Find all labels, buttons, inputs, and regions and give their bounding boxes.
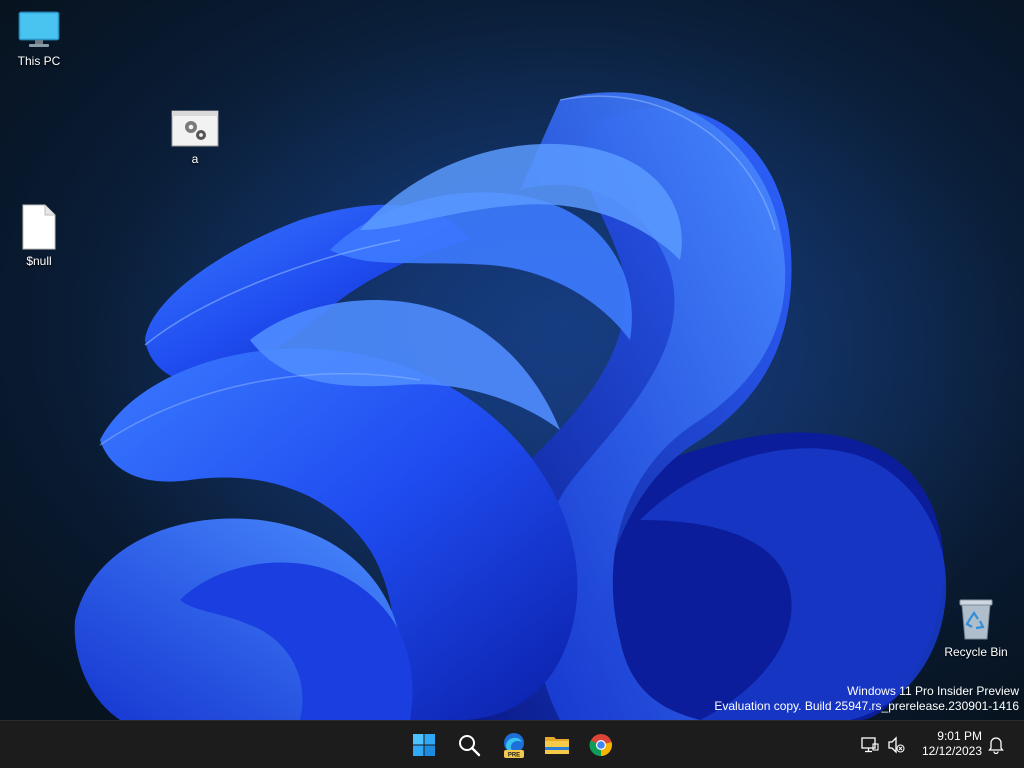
clock-time: 9:01 PM <box>937 729 982 743</box>
desktop-icon-recycle-bin[interactable]: Recycle Bin <box>934 597 1018 659</box>
desktop-icon-null[interactable]: $null <box>1 204 77 268</box>
evaluation-watermark: Windows 11 Pro Insider Preview Evaluatio… <box>714 684 1019 714</box>
bell-icon <box>988 737 1004 754</box>
volume-muted-icon <box>888 736 905 754</box>
pre-badge: PRE <box>508 753 520 759</box>
monitor-icon <box>18 11 60 47</box>
clock-date: 12/12/2023 <box>921 744 982 758</box>
desktop-icon-label: This PC <box>17 54 61 68</box>
folder-icon <box>545 737 569 754</box>
wallpaper-bloom <box>74 20 1024 720</box>
desktop-icon-label: $null <box>26 254 52 268</box>
search-icon <box>459 735 481 757</box>
blank-file-icon <box>22 204 56 250</box>
chrome-button[interactable] <box>583 727 619 763</box>
search-button[interactable] <box>451 727 487 763</box>
recycle-bin-icon <box>959 599 993 640</box>
windows-start-icon <box>413 734 435 756</box>
settings-window-icon <box>171 110 219 147</box>
tray-network-button[interactable] <box>860 735 880 755</box>
desktop-icon-a[interactable]: a <box>157 110 233 166</box>
desktop-icon-this-pc[interactable]: This PC <box>1 10 77 68</box>
tray-clock[interactable]: 9:01 PM 12/12/2023 <box>922 729 982 759</box>
edge-pre-icon: PRE <box>504 733 524 759</box>
taskbar: PRE 9:01 PM 12/12/2023 <box>0 720 1024 768</box>
start-button[interactable] <box>406 727 442 763</box>
tray-volume-button[interactable] <box>886 735 906 755</box>
desktop-icon-label: Recycle Bin <box>944 645 1008 659</box>
chrome-icon <box>589 734 612 757</box>
watermark-line-1: Windows 11 Pro Insider Preview <box>847 684 1019 698</box>
network-icon <box>861 737 879 753</box>
edge-preview-button[interactable]: PRE <box>496 727 532 763</box>
notifications-button[interactable] <box>986 735 1006 755</box>
desktop-icon-label: a <box>191 152 199 166</box>
file-explorer-button[interactable] <box>539 727 575 763</box>
watermark-line-2: Evaluation copy. Build 25947.rs_prerelea… <box>714 699 1019 713</box>
desktop: This PC a $null Recycle Bin Windows 11 P <box>0 0 1024 720</box>
